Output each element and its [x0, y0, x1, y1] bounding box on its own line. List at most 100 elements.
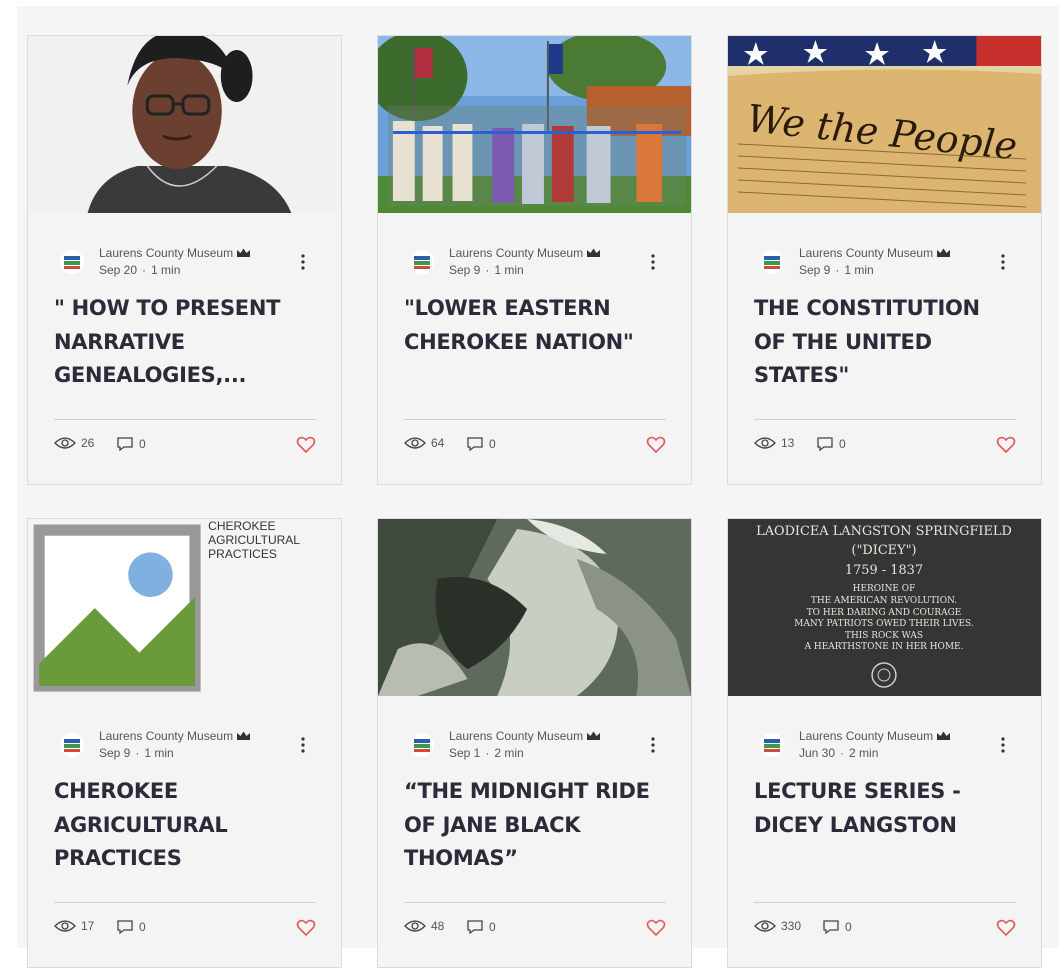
comment-count[interactable]: 0 — [816, 436, 846, 452]
like-button[interactable] — [646, 918, 666, 938]
post-date: Sep 9 — [449, 263, 481, 277]
post-cover-image[interactable]: LAODICEA LANGSTON SPRINGFIELD ("DICEY") … — [728, 519, 1041, 696]
post-stats: 330 0 — [754, 919, 1016, 939]
author-name[interactable]: Laurens County Museum — [799, 246, 951, 260]
more-actions-button[interactable] — [995, 735, 1011, 755]
more-vertical-icon — [1001, 254, 1005, 270]
eye-icon — [404, 437, 426, 449]
post-date: Jun 30 — [799, 746, 836, 760]
post-meta: Laurens County Museum Sep 20 · 1 min — [54, 246, 321, 282]
like-button[interactable] — [646, 435, 666, 455]
post-card[interactable]: Laurens County Museum Sep 9 · 1 min "LOWER… — [377, 35, 692, 485]
post-cover-image[interactable] — [378, 519, 691, 696]
author-name[interactable]: Laurens County Museum — [99, 246, 251, 260]
view-count-value: 17 — [81, 919, 95, 933]
like-button[interactable] — [996, 918, 1016, 938]
post-title[interactable]: CHEROKEE AGRICULTURAL PRACTICES — [54, 775, 316, 876]
post-stats: 64 0 — [404, 436, 666, 456]
divider — [404, 902, 666, 903]
divider — [754, 419, 1016, 420]
author-name-text[interactable]: Laurens County Museum — [449, 729, 583, 743]
view-count-value: 330 — [781, 919, 802, 933]
plaque-line: 1759 - 1837 — [845, 563, 923, 578]
post-cover-image[interactable]: CHEROKEE AGRICULTURAL PRACTICES — [28, 519, 341, 696]
post-date-line: Sep 20 · 1 min — [99, 263, 180, 277]
author-name-text[interactable]: Laurens County Museum — [799, 729, 933, 743]
heart-icon — [646, 436, 666, 454]
heart-icon — [996, 436, 1016, 454]
crown-icon — [237, 731, 251, 740]
read-time: 1 min — [144, 746, 174, 760]
comment-count-value: 0 — [489, 920, 496, 934]
more-actions-button[interactable] — [645, 252, 661, 272]
post-stats: 17 0 — [54, 919, 316, 939]
post-title[interactable]: " HOW TO PRESENT NARRATIVE GENEALOGIES,.… — [54, 292, 316, 393]
plaque-line: HEROINE OF — [853, 584, 916, 594]
post-cover-image[interactable] — [28, 36, 341, 213]
post-title[interactable]: LECTURE SERIES - DICEY LANGSTON — [754, 775, 1016, 842]
post-date-line: Jun 30 · 2 min — [799, 746, 878, 760]
post-card[interactable]: CHEROKEE AGRICULTURAL PRACTICES Laurens … — [27, 518, 342, 968]
author-name-text[interactable]: Laurens County Museum — [449, 246, 583, 260]
more-actions-button[interactable] — [295, 735, 311, 755]
heart-icon — [646, 919, 666, 937]
plaque-line: THE AMERICAN REVOLUTION. — [811, 596, 957, 606]
author-name-text[interactable]: Laurens County Museum — [99, 246, 233, 260]
crown-icon — [237, 248, 251, 257]
image-alt-text: CHEROKEE AGRICULTURAL PRACTICES — [208, 519, 300, 561]
plaque-line: ("DICEY") — [851, 543, 916, 558]
more-actions-button[interactable] — [645, 735, 661, 755]
heart-icon — [296, 436, 316, 454]
more-vertical-icon — [301, 737, 305, 753]
author-avatar[interactable] — [760, 250, 784, 274]
read-time: 2 min — [849, 746, 879, 760]
post-date: Sep 1 — [449, 746, 481, 760]
comment-count[interactable]: 0 — [822, 919, 852, 935]
author-avatar[interactable] — [760, 733, 784, 757]
post-stats: 13 0 — [754, 436, 1016, 456]
comment-count[interactable]: 0 — [466, 919, 496, 935]
like-button[interactable] — [296, 918, 316, 938]
view-count: 330 — [754, 919, 801, 933]
post-card[interactable]: Laurens County Museum Sep 1 · 2 min “THE M… — [377, 518, 692, 968]
author-avatar[interactable] — [60, 733, 84, 757]
author-name-text[interactable]: Laurens County Museum — [799, 246, 933, 260]
post-card[interactable]: Laurens County Museum Sep 20 · 1 min " HOW… — [27, 35, 342, 485]
author-avatar[interactable] — [410, 250, 434, 274]
plaque-line: LAODICEA LANGSTON SPRINGFIELD — [756, 524, 1012, 539]
post-date: Sep 20 — [99, 263, 138, 277]
comment-icon — [467, 437, 483, 452]
comment-count[interactable]: 0 — [466, 436, 496, 452]
separator: · — [835, 263, 840, 277]
comment-count[interactable]: 0 — [116, 436, 146, 452]
crown-icon — [587, 248, 601, 257]
author-name[interactable]: Laurens County Museum — [449, 729, 601, 743]
post-title[interactable]: "LOWER EASTERN CHEROKEE NATION" — [404, 292, 666, 359]
view-count: 26 — [54, 436, 94, 450]
post-cover-image[interactable] — [378, 36, 691, 213]
author-avatar[interactable] — [60, 250, 84, 274]
author-name[interactable]: Laurens County Museum — [449, 246, 601, 260]
eye-icon — [404, 920, 426, 932]
like-button[interactable] — [296, 435, 316, 455]
crown-icon — [587, 731, 601, 740]
like-button[interactable] — [996, 435, 1016, 455]
post-date: Sep 9 — [799, 263, 831, 277]
author-name-text[interactable]: Laurens County Museum — [99, 729, 233, 743]
more-actions-button[interactable] — [295, 252, 311, 272]
post-title[interactable]: “THE MIDNIGHT RIDE OF JANE BLACK THOMAS” — [404, 775, 666, 876]
author-name[interactable]: Laurens County Museum — [799, 729, 951, 743]
author-name[interactable]: Laurens County Museum — [99, 729, 251, 743]
comment-count[interactable]: 0 — [116, 919, 146, 935]
read-time: 1 min — [151, 263, 181, 277]
author-avatar[interactable] — [410, 733, 434, 757]
more-actions-button[interactable] — [995, 252, 1011, 272]
post-title[interactable]: THE CONSTITUTION OF THE UNITED STATES" — [754, 292, 1016, 393]
separator: · — [142, 263, 147, 277]
separator: · — [485, 263, 490, 277]
post-card[interactable]: We the People Laurens County Museum Sep … — [727, 35, 1042, 485]
post-cover-image[interactable]: We the People — [728, 36, 1041, 213]
post-card[interactable]: LAODICEA LANGSTON SPRINGFIELD ("DICEY") … — [727, 518, 1042, 968]
view-count: 48 — [404, 919, 444, 933]
view-count: 64 — [404, 436, 444, 450]
